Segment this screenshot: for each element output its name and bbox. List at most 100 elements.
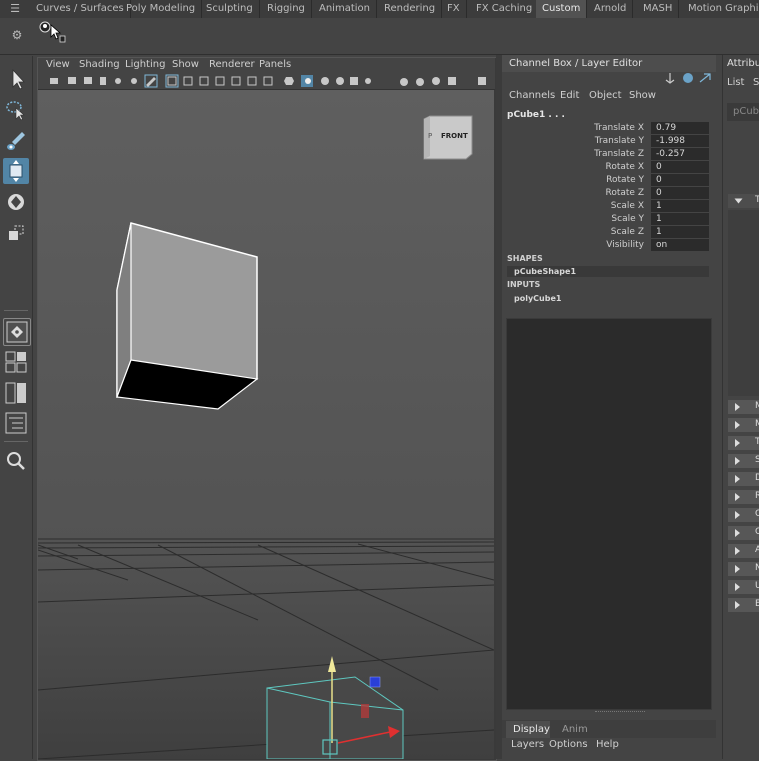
four-view-layout-button[interactable]: [3, 349, 29, 375]
attr-field-translate-y[interactable]: -1.998: [651, 135, 709, 147]
ae-section-2[interactable]: M: [728, 418, 759, 432]
attr-label-rotate-y[interactable]: Rotate Y: [524, 175, 644, 185]
attr-label-translate-z[interactable]: Translate Z: [524, 149, 644, 159]
shelf-tab-bar: ☰ Curves / Surfaces Poly Modeling Sculpt…: [0, 0, 759, 18]
viewport-menu-view[interactable]: View: [46, 59, 70, 70]
ae-section-12[interactable]: E: [728, 598, 759, 612]
ae-section-transform[interactable]: T: [728, 194, 759, 208]
collapse-triangle-icon: [735, 421, 740, 429]
viewport-menu-show[interactable]: Show: [172, 59, 199, 70]
shelf-tab-custom[interactable]: Custom: [536, 0, 588, 18]
collapse-triangle-icon: [735, 601, 740, 609]
layer-menu-layers[interactable]: Layers: [511, 739, 544, 750]
ae-section-9[interactable]: A: [728, 544, 759, 558]
shelf-tab-fx-caching[interactable]: FX Caching: [470, 0, 540, 18]
shelf-tab-sculpting[interactable]: Sculpting: [200, 0, 260, 18]
channel-box-title: Channel Box / Layer Editor: [509, 58, 643, 69]
attr-label-translate-x[interactable]: Translate X: [524, 123, 644, 133]
ae-section-6[interactable]: R: [728, 490, 759, 504]
attribute-editor-menu-list[interactable]: List: [727, 77, 744, 88]
attr-label-rotate-z[interactable]: Rotate Z: [524, 188, 645, 198]
shape-node-item[interactable]: pCubeShape1: [507, 266, 709, 277]
move-tool-button[interactable]: [3, 158, 29, 184]
viewport-menu-shading[interactable]: Shading: [79, 59, 120, 70]
attr-label-scale-x[interactable]: Scale X: [524, 201, 644, 211]
two-view-layout-button[interactable]: [3, 380, 29, 406]
attr-field-rotate-y[interactable]: 0: [651, 174, 709, 186]
ae-section-10[interactable]: N: [728, 562, 759, 576]
attribute-editor-node-tab[interactable]: pCubeT: [727, 103, 759, 121]
attr-field-scale-x[interactable]: 1: [651, 200, 709, 212]
attr-field-rotate-z[interactable]: 0: [651, 187, 709, 199]
ae-section-1[interactable]: M: [728, 400, 759, 414]
channel-box-menu-channels[interactable]: Channels: [509, 90, 555, 101]
layer-menu-options[interactable]: Options: [549, 739, 588, 750]
channel-box-title-bar: Channel Box / Layer Editor: [502, 55, 716, 72]
input-node-item[interactable]: polyCube1: [507, 293, 709, 304]
search-button[interactable]: [3, 448, 29, 474]
attr-field-translate-z[interactable]: -0.257: [651, 148, 709, 160]
ae-section-5[interactable]: D: [728, 472, 759, 486]
shelf-tab-poly-modeling[interactable]: Poly Modeling: [120, 0, 203, 18]
collapse-triangle-icon: [735, 511, 740, 519]
selected-node-name[interactable]: pCube1 . . .: [507, 110, 565, 120]
channel-box-header-icons[interactable]: [664, 71, 714, 85]
ae-section-8[interactable]: O: [728, 526, 759, 540]
channel-box-menu-edit[interactable]: Edit: [560, 90, 579, 101]
viewport-menu-lighting[interactable]: Lighting: [125, 59, 165, 70]
shelf-tab-fx[interactable]: FX: [441, 0, 467, 18]
attr-label-translate-y[interactable]: Translate Y: [524, 136, 644, 146]
shelf-tab-curves-surfaces[interactable]: Curves / Surfaces: [30, 0, 131, 18]
shelf-tab-motion-graphics[interactable]: Motion Graphics: [682, 0, 759, 18]
select-tool-button[interactable]: [3, 66, 29, 92]
channel-box-menu-show[interactable]: Show: [629, 90, 656, 101]
shelf-script-button[interactable]: [36, 19, 66, 47]
panel-resize-handle[interactable]: [595, 711, 645, 715]
layer-menu-help[interactable]: Help: [596, 739, 619, 750]
shelf-tab-mash[interactable]: MASH: [637, 0, 680, 18]
shelf-menu-icon[interactable]: ☰: [4, 0, 26, 18]
paint-select-icon: [7, 132, 25, 150]
ae-section-label: N: [755, 563, 759, 573]
attr-label-rotate-x[interactable]: Rotate X: [524, 162, 645, 172]
lasso-tool-button[interactable]: [3, 97, 29, 123]
outliner-layout-button[interactable]: [3, 410, 29, 436]
ae-section-4[interactable]: S: [728, 454, 759, 468]
layer-tab-anim[interactable]: Anim: [562, 724, 588, 735]
viewport-toolbar-icons[interactable]: [38, 73, 495, 89]
ae-section-3[interactable]: T: [728, 436, 759, 450]
cube-object[interactable]: [116, 222, 259, 410]
single-view-layout-button[interactable]: [3, 318, 31, 346]
ae-section-label: A: [755, 545, 759, 555]
viewport-canvas[interactable]: [38, 90, 494, 759]
collapse-triangle-icon: [735, 565, 740, 573]
shelf-tab-rendering[interactable]: Rendering: [378, 0, 443, 18]
attr-label-visibility[interactable]: Visibility: [524, 240, 644, 250]
ae-section-11[interactable]: U: [728, 580, 759, 594]
attr-label-scale-y[interactable]: Scale Y: [524, 214, 644, 224]
shapes-section-header: SHAPES: [507, 254, 543, 263]
view-cube-side-label: P: [428, 132, 433, 140]
attr-field-scale-y[interactable]: 1: [651, 213, 709, 225]
attr-field-scale-z[interactable]: 1: [651, 226, 709, 238]
rotate-tool-button[interactable]: [3, 189, 29, 215]
shelf-tab-rigging[interactable]: Rigging: [261, 0, 312, 18]
settings-gear-icon[interactable]: ⚙: [10, 28, 24, 42]
attr-field-rotate-x[interactable]: 0: [651, 161, 709, 173]
attribute-editor-menu-second[interactable]: S: [753, 77, 759, 88]
layer-tab-display[interactable]: Display: [513, 724, 550, 735]
scale-tool-button[interactable]: [3, 220, 29, 246]
ae-section-7[interactable]: O: [728, 508, 759, 522]
viewport-menu-renderer[interactable]: Renderer: [209, 59, 255, 70]
collapse-triangle-icon: [735, 493, 740, 501]
paint-select-tool-button[interactable]: [3, 128, 29, 154]
attr-field-visibility[interactable]: on: [651, 239, 709, 251]
attr-label-scale-z[interactable]: Scale Z: [524, 227, 644, 237]
shelf-tab-animation[interactable]: Animation: [313, 0, 377, 18]
viewport-menu-panels[interactable]: Panels: [259, 59, 291, 70]
ae-section-label: U: [755, 581, 759, 591]
attr-field-translate-x[interactable]: 0.79: [651, 122, 709, 134]
channel-box-menu-object[interactable]: Object: [589, 90, 622, 101]
ae-section-label: S: [755, 455, 759, 465]
shelf-tab-arnold[interactable]: Arnold: [588, 0, 634, 18]
